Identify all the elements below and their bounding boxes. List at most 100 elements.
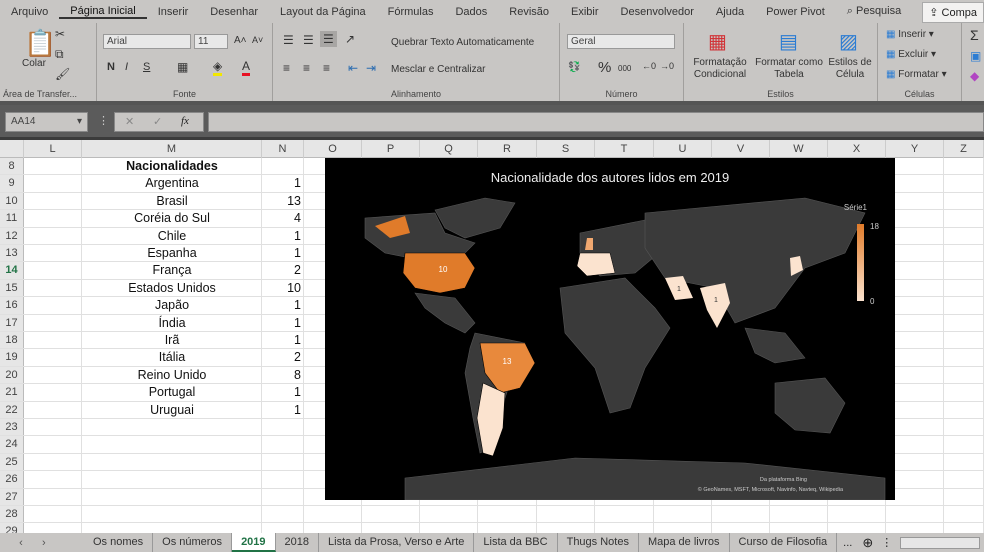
count-cell[interactable]: 1 [262,402,304,419]
add-sheet-icon[interactable]: ⊕ [858,535,877,551]
select-all-corner[interactable] [0,140,24,158]
count-cell[interactable]: 1 [262,228,304,245]
sheet-tab[interactable]: 2019 [232,533,276,552]
row-header[interactable]: 15 [0,279,24,297]
country-cell[interactable]: Uruguai [82,402,262,419]
column-header-v[interactable]: V [712,140,770,158]
format-cells-button[interactable]: ▦ Formatar ▾ [886,69,947,80]
count-cell[interactable]: 1 [262,332,304,349]
country-cell[interactable]: Brasil [82,193,262,210]
paste-icon[interactable]: 📋 [24,28,56,59]
column-header-l[interactable]: L [24,140,82,158]
align-middle-icon[interactable]: ☰ [303,33,314,47]
tab-scroll-right-icon[interactable]: › [42,537,84,549]
tab-inserir[interactable]: Inserir [147,6,200,18]
row-header[interactable]: 9 [0,175,24,192]
count-cell[interactable]: 1 [262,175,304,192]
header-cell[interactable]: Nacionalidades [82,158,262,175]
formula-input[interactable] [208,112,984,132]
font-size-select[interactable]: 11 [194,34,228,49]
row-header[interactable]: 24 [0,436,24,453]
sheet-tab[interactable]: Mapa de livros [639,533,730,552]
country-cell[interactable]: Chile [82,228,262,245]
more-tabs-button[interactable]: ... [837,537,858,549]
tab-exibir[interactable]: Exibir [560,6,610,18]
count-cell[interactable]: 1 [262,297,304,314]
count-cell[interactable]: 13 [262,193,304,210]
wrap-text-button[interactable]: Quebrar Texto Automaticamente [391,37,534,48]
format-table-button[interactable]: Formatar como Tabela [754,57,824,81]
sheet-tab[interactable]: Lista da Prosa, Verso e Arte [319,533,475,552]
country-cell[interactable]: Argentina [82,175,262,192]
row-header[interactable]: 22 [0,401,24,418]
tab-layout-da-p-gina[interactable]: Layout da Página [269,6,377,18]
conditional-format-button[interactable]: Formatação Condicional [690,57,750,81]
column-header-x[interactable]: X [828,140,886,158]
cut-icon[interactable]: ✂ [55,27,65,41]
country-cell[interactable]: Índia [82,315,262,332]
map-chart[interactable]: 10 13 1 1 Série1 18 0 Nacionalidade dos … [325,158,895,501]
increase-decimal-icon[interactable]: ←0 [642,61,656,71]
sheet-tab[interactable]: 2018 [276,533,320,552]
row-header[interactable]: 12 [0,227,24,244]
column-header-w[interactable]: W [770,140,828,158]
country-cell[interactable]: Irã [82,332,262,349]
tab-revis-o[interactable]: Revisão [498,6,560,18]
column-header-m[interactable]: M [82,140,262,158]
count-cell[interactable]: 10 [262,280,304,297]
align-center-icon[interactable]: ≡ [303,61,310,75]
percent-button[interactable]: % [598,59,611,76]
currency-icon[interactable]: 💱 [568,62,580,73]
column-header-n[interactable]: N [262,140,304,158]
orientation-icon[interactable]: ↗ [345,32,355,46]
cell-styles-button[interactable]: Estilos de Célula [826,57,874,81]
row-header[interactable]: 28 [0,506,24,523]
country-cell[interactable]: Portugal [82,384,262,401]
conditional-format-icon[interactable]: ▦ [708,29,727,54]
row-header[interactable]: 29 [0,523,24,533]
column-header-s[interactable]: S [537,140,595,158]
row-header[interactable]: 26 [0,471,24,488]
insert-cells-button[interactable]: ▦ Inserir ▾ [886,29,934,40]
search-box[interactable]: ⌕ Pesquisa [836,5,912,18]
number-format-select[interactable]: Geral [567,34,675,49]
country-cell[interactable]: Estados Unidos [82,280,262,297]
clear-icon[interactable]: ◆ [970,69,979,83]
underline-button[interactable]: S [143,61,150,73]
column-header-y[interactable]: Y [886,140,944,158]
format-table-icon[interactable]: ▤ [779,29,798,54]
count-cell[interactable]: 2 [262,262,304,279]
tab-f-rmulas[interactable]: Fórmulas [377,6,445,18]
tab-arquivo[interactable]: Arquivo [0,6,59,18]
column-header-q[interactable]: Q [420,140,478,158]
bold-button[interactable]: N [107,61,115,73]
fill-color-icon[interactable]: ◈ [213,59,223,76]
merge-center-button[interactable]: Mesclar e Centralizar [391,64,485,75]
row-header[interactable]: 25 [0,453,24,471]
align-top-icon[interactable]: ☰ [283,33,294,47]
country-cell[interactable]: França [82,262,262,279]
tab-p-gina-inicial[interactable]: Página Inicial [59,5,147,19]
sheet-tab[interactable]: Os nomes [84,533,154,552]
shrink-font-icon[interactable]: A˅ [252,35,263,45]
row-header[interactable]: 20 [0,366,24,384]
count-cell[interactable]: 1 [262,245,304,262]
count-cell[interactable]: 1 [262,315,304,332]
align-bottom-icon[interactable]: ☰ [320,31,337,47]
country-cell[interactable]: Coréia do Sul [82,210,262,227]
row-header[interactable]: 13 [0,245,24,262]
name-box[interactable]: AA14 ▾ [5,112,88,132]
count-cell[interactable]: 2 [262,349,304,366]
cancel-icon[interactable]: ✕ [125,115,134,128]
row-header[interactable]: 16 [0,297,24,314]
sheet-tab[interactable]: Thugs Notes [558,533,639,552]
column-header-p[interactable]: P [362,140,420,158]
column-header-u[interactable]: U [654,140,712,158]
count-cell[interactable]: 8 [262,367,304,384]
country-cell[interactable]: Espanha [82,245,262,262]
decrease-indent-icon[interactable]: ⇤ [348,61,358,75]
italic-button[interactable]: I [125,61,128,73]
row-header[interactable]: 19 [0,349,24,366]
font-name-select[interactable]: Arial [103,34,191,49]
paste-button[interactable]: Colar [22,58,46,69]
